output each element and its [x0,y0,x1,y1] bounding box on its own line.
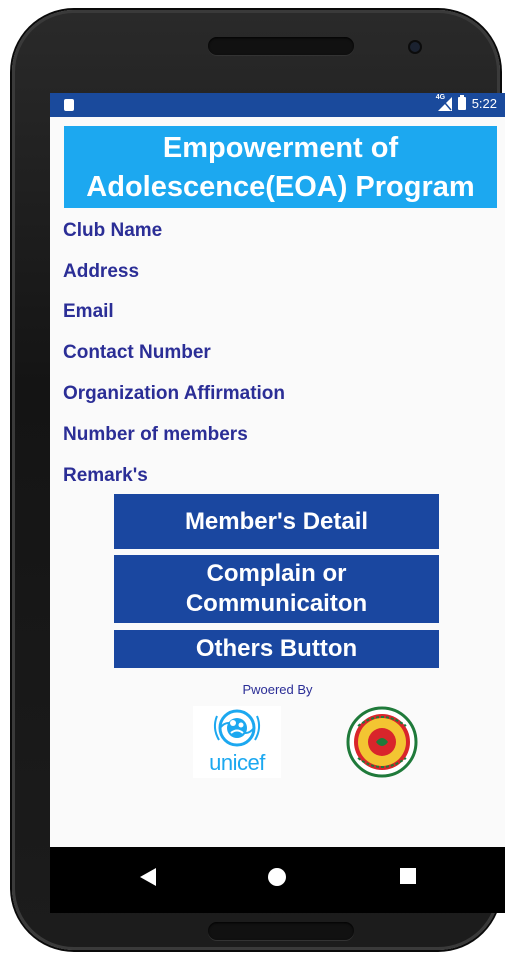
complain-or-communication-button[interactable]: Complain or Communicaiton [114,555,439,623]
number-of-members-label: Number of members [63,424,248,445]
others-button[interactable]: Others Button [114,630,439,668]
page-title: Empowerment of Adolescence(EOA) Program [64,126,497,208]
top-speaker [208,37,354,55]
address-label: Address [63,261,140,282]
app-content: Empowerment of Adolescence(EOA) Program … [50,117,505,847]
phone-frame: 4G 5:22 Empowerment of Adolescence(EOA) … [12,10,505,950]
unicef-emblem-icon [213,709,261,747]
complain-button-line-2: Communicaiton [185,590,368,617]
powered-by-label: Pwoered By [242,682,313,697]
signal-icon: 4G [435,93,452,111]
back-triangle-icon[interactable] [140,868,156,891]
title-line-1: Empowerment of [162,132,399,164]
title-line-2: Adolescence(EOA) Program [86,171,475,203]
club-name-label: Club Name [63,220,163,241]
bottom-speaker [208,922,354,940]
unicef-wordmark: unicef [209,750,265,775]
front-camera [410,42,420,52]
clock: 5:22 [471,96,497,111]
contact-number-label: Contact Number [63,342,211,363]
remarks-label: Remark's [63,465,148,486]
network-type: 4G [435,93,446,101]
government-seal-icon [346,706,418,778]
recents-square-icon[interactable] [400,868,416,889]
organization-affirmation-label: Organization Affirmation [63,383,286,404]
navigation-bar [50,847,505,913]
sd-card-icon [64,99,74,111]
home-circle-icon[interactable] [268,868,286,891]
unicef-logo: unicef [193,706,281,778]
battery-icon [457,95,466,110]
complain-button-line-1: Complain or [206,560,347,587]
email-label: Email [63,301,114,322]
members-detail-button[interactable]: Member's Detail [114,494,439,549]
status-icons: 4G 5:22 [435,93,497,112]
status-bar: 4G 5:22 [50,93,505,117]
screen: 4G 5:22 Empowerment of Adolescence(EOA) … [50,93,505,913]
